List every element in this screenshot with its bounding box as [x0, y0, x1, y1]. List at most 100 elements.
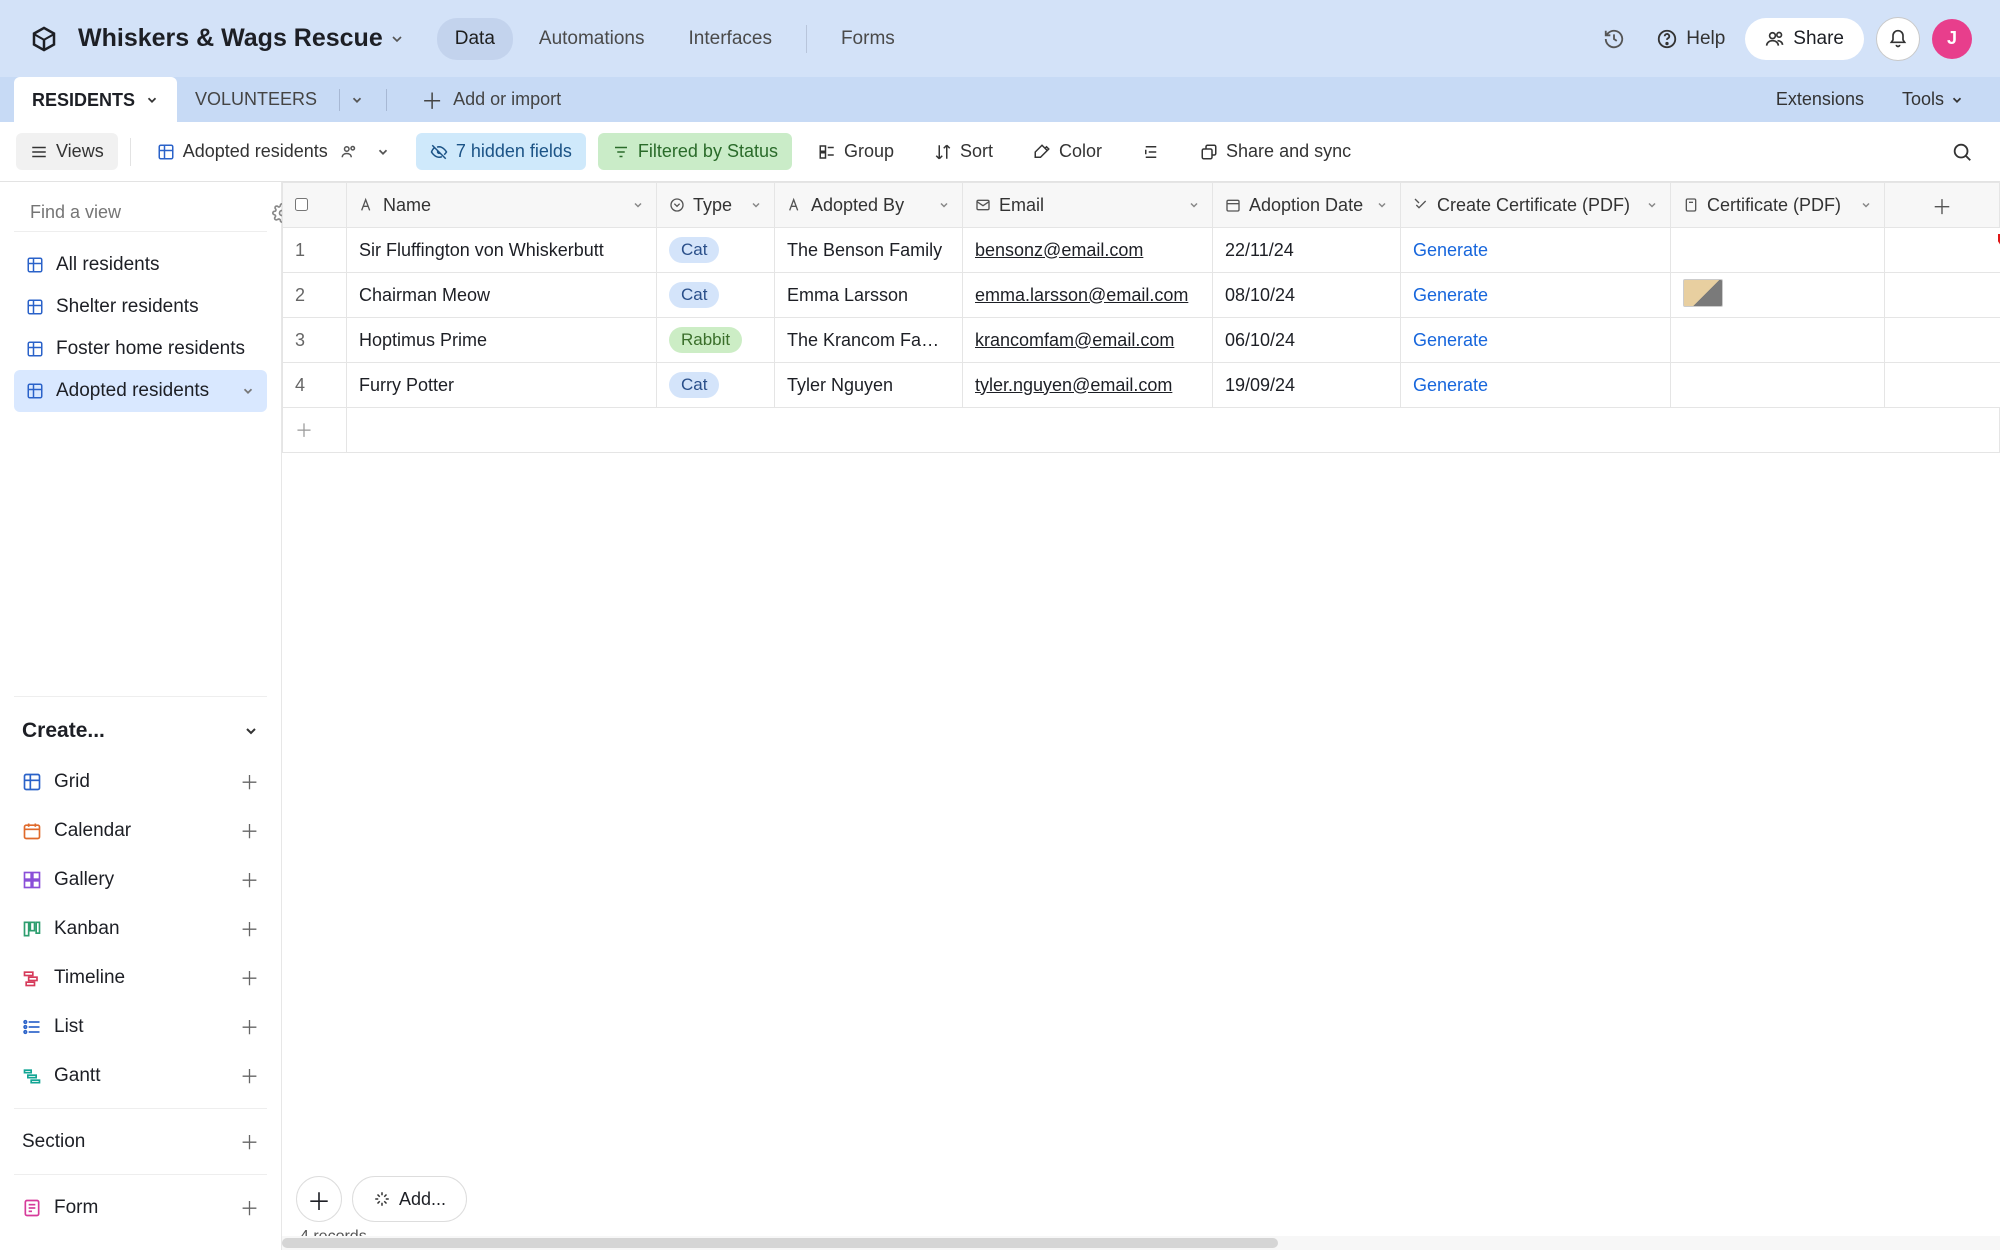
table-tab-residents[interactable]: RESIDENTS [14, 77, 177, 123]
create-item-label: List [54, 1016, 84, 1038]
chevron-down-icon[interactable] [145, 93, 159, 107]
create-calendar[interactable]: Calendar＋ [14, 806, 267, 855]
create-grid[interactable]: Grid＋ [14, 757, 267, 806]
chevron-down-icon[interactable] [938, 199, 950, 211]
generate-button[interactable]: Generate [1413, 285, 1488, 305]
chevron-down-icon[interactable] [1188, 199, 1200, 211]
col-adoption-date[interactable]: Adoption Date [1213, 183, 1401, 228]
group-button[interactable]: Group [804, 133, 908, 170]
filter-button[interactable]: Filtered by Status [598, 133, 792, 170]
add-or-import-button[interactable]: ＋ Add or import [405, 77, 577, 122]
cell-adopted-by[interactable]: The Krancom Family [775, 318, 963, 363]
cell-certificate[interactable] [1671, 318, 1885, 363]
create-gallery[interactable]: Gallery＋ [14, 855, 267, 904]
create-kanban[interactable]: Kanban＋ [14, 904, 267, 953]
col-adopted-by[interactable]: Adopted By [775, 183, 963, 228]
add-column-button[interactable]: ＋ [1885, 183, 2000, 228]
cell-certificate[interactable] [1671, 228, 1885, 273]
row-height-button[interactable] [1128, 135, 1174, 169]
cell-date[interactable]: 08/10/24 [1213, 273, 1401, 318]
top-tab-automations[interactable]: Automations [521, 18, 663, 60]
cell-certificate[interactable] [1671, 363, 1885, 408]
generate-button[interactable]: Generate [1413, 240, 1488, 260]
share-button[interactable]: Share [1745, 18, 1864, 60]
chevron-down-icon[interactable] [1860, 199, 1872, 211]
current-view-button[interactable]: Adopted residents [143, 133, 404, 170]
user-avatar[interactable]: J [1932, 19, 1972, 59]
cell-email[interactable]: krancomfam@email.com [963, 318, 1213, 363]
table-row[interactable]: 4Furry PotterCatTyler Nguyentyler.nguyen… [283, 363, 2000, 408]
cell-name[interactable]: Sir Fluffington von Whiskerbutt [347, 228, 657, 273]
cell-name[interactable]: Chairman Meow [347, 273, 657, 318]
generate-button[interactable]: Generate [1413, 330, 1488, 350]
add-row[interactable]: ＋ [283, 408, 2000, 453]
base-name-menu[interactable]: Whiskers & Wags Rescue [78, 24, 405, 53]
tools-menu[interactable]: Tools [1886, 89, 1980, 110]
chevron-down-icon[interactable] [632, 199, 644, 211]
cell-type[interactable]: Cat [657, 363, 775, 408]
col-name[interactable]: Name [347, 183, 657, 228]
cell-name[interactable]: Furry Potter [347, 363, 657, 408]
find-view-input[interactable] [30, 202, 262, 223]
cell-certificate[interactable] [1671, 273, 1885, 318]
cell-email[interactable]: bensonz@email.com [963, 228, 1213, 273]
top-tab-interfaces[interactable]: Interfaces [671, 18, 790, 60]
view-item-foster[interactable]: Foster home residents [14, 328, 267, 370]
attachment-thumbnail[interactable] [1683, 279, 1723, 307]
horizontal-scrollbar[interactable] [282, 1236, 2000, 1250]
cell-date[interactable]: 22/11/24 [1213, 228, 1401, 273]
cell-adopted-by[interactable]: Emma Larsson [775, 273, 963, 318]
cell-name[interactable]: Hoptimus Prime [347, 318, 657, 363]
view-item-shelter[interactable]: Shelter residents [14, 286, 267, 328]
col-create-cert[interactable]: Create Certificate (PDF) [1401, 183, 1671, 228]
cell-type[interactable]: Cat [657, 228, 775, 273]
top-tab-data[interactable]: Data [437, 18, 513, 60]
chevron-down-icon[interactable] [750, 199, 762, 211]
col-email[interactable]: Email [963, 183, 1213, 228]
app-logo[interactable] [28, 23, 60, 55]
cell-adopted-by[interactable]: The Benson Family [775, 228, 963, 273]
create-section[interactable]: Section＋ [14, 1117, 267, 1166]
notifications-button[interactable] [1876, 17, 1920, 61]
table-row[interactable]: 3Hoptimus PrimeRabbitThe Krancom Familyk… [283, 318, 2000, 363]
table-row[interactable]: 2Chairman MeowCatEmma Larssonemma.larsso… [283, 273, 2000, 318]
select-all-header[interactable] [283, 183, 347, 228]
hidden-fields-button[interactable]: 7 hidden fields [416, 133, 586, 170]
create-form[interactable]: Form＋ [14, 1183, 267, 1232]
cell-date[interactable]: 19/09/24 [1213, 363, 1401, 408]
create-label: Create... [22, 719, 105, 743]
create-gantt[interactable]: Gantt＋ [14, 1051, 267, 1100]
chevron-down-icon[interactable] [1646, 199, 1658, 211]
table-tab-volunteers[interactable]: VOLUNTEERS [177, 77, 405, 122]
create-section-toggle[interactable]: Create... [14, 711, 267, 757]
cell-date[interactable]: 06/10/24 [1213, 318, 1401, 363]
cell-email[interactable]: emma.larsson@email.com [963, 273, 1213, 318]
create-timeline[interactable]: Timeline＋ [14, 953, 267, 1002]
chevron-down-icon[interactable] [350, 93, 364, 107]
cell-type[interactable]: Cat [657, 273, 775, 318]
share-sync-button[interactable]: Share and sync [1186, 133, 1365, 170]
scroll-thumb[interactable] [282, 1238, 1278, 1248]
top-tab-forms[interactable]: Forms [823, 18, 913, 60]
view-item-all[interactable]: All residents [14, 244, 267, 286]
create-list[interactable]: List＋ [14, 1002, 267, 1051]
cell-type[interactable]: Rabbit [657, 318, 775, 363]
extensions-button[interactable]: Extensions [1760, 89, 1880, 110]
views-toggle[interactable]: Views [16, 133, 118, 170]
generate-button[interactable]: Generate [1413, 375, 1488, 395]
table-row[interactable]: 1Sir Fluffington von WhiskerbuttCatThe B… [283, 228, 2000, 273]
search-button[interactable] [1940, 130, 1984, 174]
view-item-adopted[interactable]: Adopted residents [14, 370, 267, 412]
help-button[interactable]: Help [1648, 28, 1733, 50]
col-certificate[interactable]: Certificate (PDF) [1671, 183, 1885, 228]
add-record-button[interactable]: ＋ [296, 1176, 342, 1222]
col-type[interactable]: Type [657, 183, 775, 228]
chevron-down-icon[interactable] [1376, 199, 1388, 211]
cell-email[interactable]: tyler.nguyen@email.com [963, 363, 1213, 408]
sort-button[interactable]: Sort [920, 133, 1007, 170]
select-all-checkbox[interactable] [295, 198, 308, 211]
history-button[interactable] [1592, 17, 1636, 61]
color-button[interactable]: Color [1019, 133, 1116, 170]
add-menu-button[interactable]: Add... [352, 1176, 467, 1222]
cell-adopted-by[interactable]: Tyler Nguyen [775, 363, 963, 408]
